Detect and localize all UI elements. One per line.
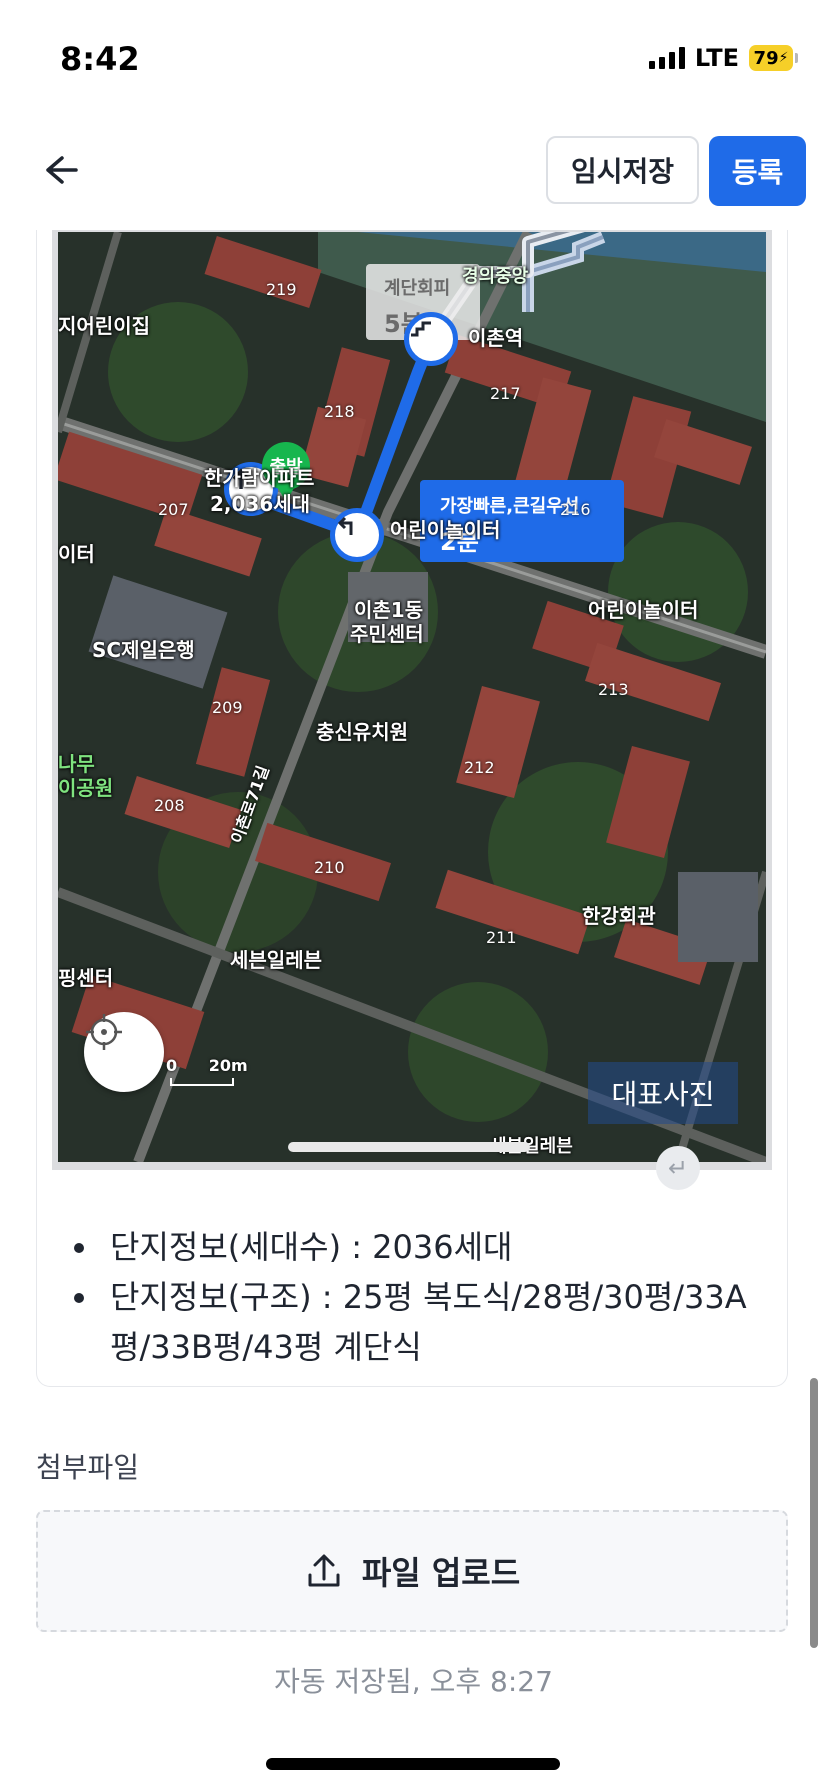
signal-icon <box>648 47 685 69</box>
building-number: 211 <box>486 928 517 947</box>
upload-icon <box>308 1554 340 1587</box>
map-label-apartment: 한가람아파트 <box>204 466 315 490</box>
map-label-bank: SC제일은행 <box>92 638 195 662</box>
attachments-label: 첨부파일 <box>36 1451 140 1484</box>
map-label-line: 경의중앙 <box>462 266 529 287</box>
file-upload-label: 파일 업로드 <box>361 1554 521 1592</box>
list-item: 단지정보(구조) : 25평 복도식/28평/30평/33A평/33B평/43평… <box>70 1272 780 1372</box>
autosave-status: 자동 저장됨, 오후 8:27 <box>274 1665 553 1698</box>
route-map-image[interactable]: 계단회피 5분 가장빠른,큰길우선 2분 출발 이촌역 경의중앙 지어린이집 한… <box>58 232 766 1162</box>
map-background <box>58 232 766 1162</box>
image-scroll-indicator[interactable] <box>288 1142 530 1152</box>
building-number: 207 <box>158 500 189 519</box>
list-item: 단지정보(세대수) : 2036세대 <box>70 1222 780 1272</box>
info-structure: 단지정보(구조) : 25평 복도식/28평/30평/33A평/33B평/43평… <box>110 1278 747 1366</box>
building-number: 216 <box>560 500 591 519</box>
building-number: 212 <box>464 758 495 777</box>
locate-me-button[interactable] <box>84 1012 164 1092</box>
building-number: 218 <box>324 402 355 421</box>
map-label-households: 2,036세대 <box>210 492 311 516</box>
info-households: 단지정보(세대수) : 2036세대 <box>110 1228 513 1266</box>
map-label-hall: 한강회관 <box>582 904 656 928</box>
map-label-kinder: 충신유치원 <box>316 720 408 744</box>
page-scrollbar[interactable] <box>810 1378 818 1648</box>
status-bar: 8:42 LTE 79 ⚡ <box>0 0 827 110</box>
map-label-community-2: 주민센터 <box>350 622 424 646</box>
complex-info-list: 단지정보(세대수) : 2036세대 단지정보(구조) : 25평 복도식/28… <box>70 1222 780 1372</box>
battery-icon: 79 ⚡ <box>749 45 798 71</box>
status-indicators: LTE 79 ⚡ <box>648 44 798 72</box>
stairs-icon <box>404 312 458 366</box>
map-label-store: 세븐일레븐 <box>230 948 322 972</box>
scale-length: 20m <box>208 1056 248 1075</box>
return-icon[interactable]: ↵ <box>656 1146 700 1190</box>
building-number: 208 <box>154 796 185 815</box>
turn-left-icon <box>330 508 384 562</box>
bullet-icon <box>74 1293 84 1303</box>
map-label-kindergarten: 지어린이집 <box>58 314 150 338</box>
building-number: 217 <box>490 384 521 403</box>
bullet-icon <box>74 1243 84 1253</box>
file-upload-button[interactable]: 파일 업로드 <box>36 1510 788 1632</box>
representative-photo-badge: 대표사진 <box>588 1062 738 1124</box>
map-label-playground-right: 어린이놀이터 <box>588 598 699 622</box>
map-label-playground: 어린이놀이터 <box>390 518 501 542</box>
charging-icon: ⚡ <box>778 50 789 66</box>
temp-save-button[interactable]: 임시저장 <box>546 136 699 204</box>
scale-bar <box>170 1078 234 1086</box>
map-label-center: 핑센터 <box>58 966 114 990</box>
map-label-playground-left: 이터 <box>58 542 95 566</box>
home-indicator[interactable] <box>266 1758 560 1770</box>
app-header: 임시저장 등록 <box>0 110 827 230</box>
status-time: 8:42 <box>60 40 140 78</box>
scale-zero: 0 <box>166 1056 178 1075</box>
back-arrow-icon[interactable] <box>40 150 80 190</box>
map-label-park-2: 이공원 <box>58 776 114 800</box>
map-label-station: 이촌역 <box>468 326 524 350</box>
register-button[interactable]: 등록 <box>709 136 806 206</box>
building-number: 219 <box>266 280 297 299</box>
battery-level: 79 <box>753 47 779 69</box>
map-scale: 0 20m <box>166 1056 248 1086</box>
network-label: LTE <box>694 44 739 72</box>
building-number: 213 <box>598 680 629 699</box>
building-number: 209 <box>212 698 243 717</box>
crosshair-icon <box>86 1014 122 1050</box>
building-number: 210 <box>314 858 345 877</box>
